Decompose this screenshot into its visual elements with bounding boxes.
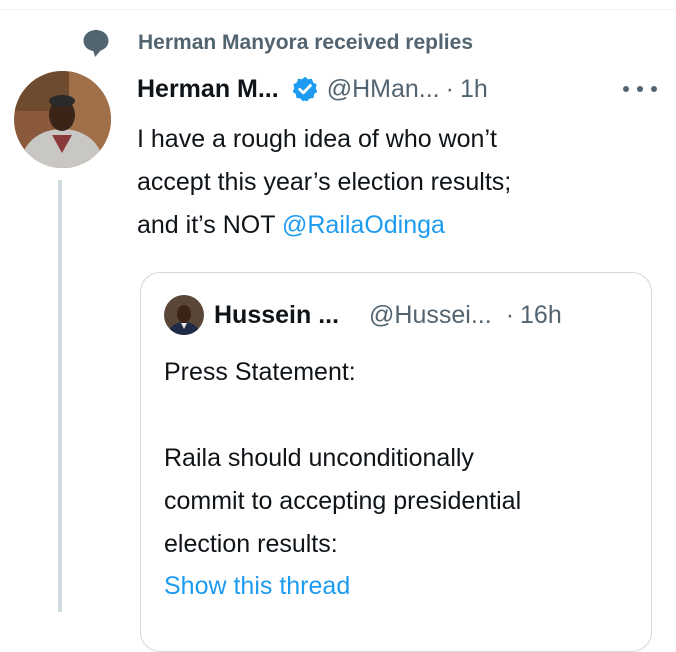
author-avatar[interactable] [14,71,111,168]
separator-dot: · [505,300,515,329]
tweet-text-prefix: and it’s NOT [137,211,282,239]
top-divider [0,9,676,10]
author-avatar-image [14,71,111,168]
quoted-tweet-text: Press Statement: Raila should unconditio… [164,351,634,566]
quoted-tweet-line: Raila should unconditionally [164,444,474,472]
quoted-tweet-line: election results: [164,530,338,558]
mention-link[interactable]: @RailaOdinga [282,211,445,239]
quoted-tweet-header: Hussein ... @Hussei... · 16h [164,295,634,335]
tweet-text-line: I have a rough idea of who won’t [137,125,497,153]
quoted-tweet-timestamp[interactable]: 16h [520,301,562,330]
separator-dot: · [445,74,454,103]
author-name[interactable]: Herman M... [137,75,279,104]
show-thread-link[interactable]: Show this thread [164,572,350,601]
quoted-author-name[interactable]: Hussein ... [214,301,339,330]
tweet-text-line: accept this year’s election results; [137,168,512,196]
thread-connector-line [58,180,62,612]
more-options-icon[interactable] [623,77,657,101]
tweet-text: I have a rough idea of who won’t accept … [137,118,657,247]
tweet-timestamp[interactable]: 1h [460,75,488,104]
tweet-text-line: and it’s NOT @RailaOdinga [137,204,657,247]
tweet-header: Herman M... @HMan... · 1h [137,71,657,107]
quoted-tweet-card[interactable]: Hussein ... @Hussei... · 16h Press State… [140,272,652,652]
social-context[interactable]: Herman Manyora received replies [82,26,473,60]
author-handle[interactable]: @HMan... [327,75,440,104]
social-context-text: Herman Manyora received replies [138,31,473,54]
quoted-author-avatar-image [164,295,204,335]
quoted-author-handle[interactable]: @Hussei... [369,301,492,330]
quoted-author-avatar[interactable] [164,295,204,335]
quoted-tweet-title: Press Statement: [164,358,356,386]
quoted-tweet-line: commit to accepting presidential [164,487,522,515]
speech-bubble-icon [83,30,109,57]
verified-badge-icon [292,76,317,102]
